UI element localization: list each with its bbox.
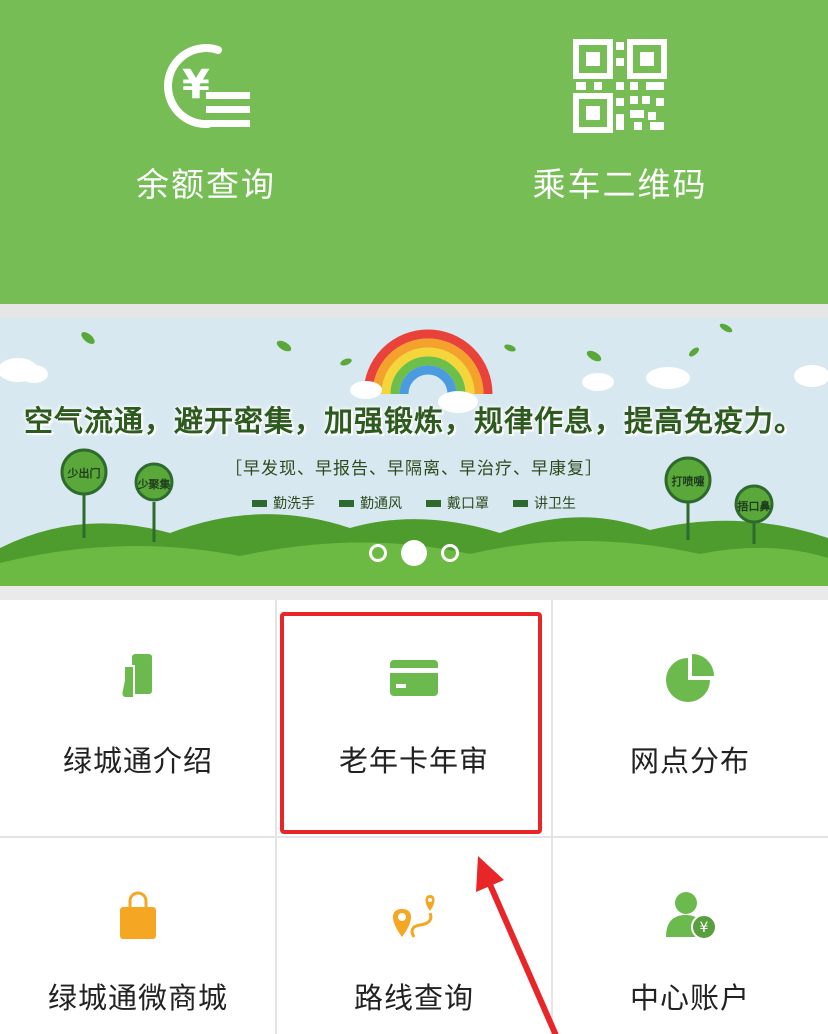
balance-query-button[interactable]: ¥ 余额查询	[56, 36, 356, 226]
banner-tips: 勤洗手 勤通风 戴口罩 讲卫生	[0, 493, 828, 513]
grid-item-senior-card-review[interactable]: 老年卡年审	[276, 600, 552, 837]
svg-text:¥: ¥	[700, 920, 709, 936]
banner-title: 空气流通，避开密集，加强锻炼，规律作息，提高免疫力。	[23, 404, 804, 438]
shopping-bag-icon	[120, 891, 156, 939]
carousel-dot-active[interactable]	[401, 540, 427, 566]
ride-qr-code-label: 乘车二维码	[532, 165, 708, 204]
section-divider	[0, 304, 828, 318]
carousel-dot[interactable]	[369, 544, 387, 562]
route-pin-icon	[393, 895, 435, 938]
svg-text:¥: ¥	[182, 62, 210, 108]
credit-card-icon	[390, 660, 438, 696]
grid-item-center-account[interactable]: ¥ 中心账户	[552, 837, 828, 1034]
banner-subtitle: ［早发现、早报告、早隔离、早治疗、早康复］	[225, 459, 603, 479]
promo-banner[interactable]: 少出门 少聚集 打喷嚏 捂口鼻 空气流通，避开密集，加强锻炼，规律作息，提高免疫…	[0, 318, 828, 586]
banner-tip: 勤洗手	[252, 493, 315, 513]
grid-item-outlets[interactable]: 网点分布	[552, 600, 828, 837]
section-divider	[0, 586, 828, 600]
grid-divider	[275, 600, 277, 1034]
banner-tip: 讲卫生	[513, 493, 576, 513]
service-grid: 绿城通介绍 老年卡年审 网点分布 绿城通微商城 路线查询 ¥ 中心账户	[0, 600, 828, 1034]
yuan-balance-icon: ¥	[164, 44, 250, 129]
grid-item-label: 绿城通介绍	[62, 744, 213, 778]
grid-divider	[0, 836, 828, 838]
banner-tip: 勤通风	[339, 493, 402, 513]
carousel-dot[interactable]	[441, 544, 459, 562]
grid-item-label: 中心账户	[629, 981, 750, 1015]
card-hand-icon	[120, 654, 152, 699]
rainbow-icon	[363, 329, 493, 395]
grid-item-mall[interactable]: 绿城通微商城	[0, 837, 276, 1034]
grid-item-label: 绿城通微商城	[47, 981, 228, 1015]
banner-tip: 戴口罩	[426, 493, 489, 513]
grid-divider	[551, 600, 553, 1034]
qr-code-icon	[573, 39, 667, 133]
header-panel: ¥ 余额查询 乘车二维码	[0, 0, 828, 304]
user-yuan-icon: ¥	[666, 892, 717, 940]
balance-query-label: 余额查询	[136, 165, 276, 204]
carousel-indicator[interactable]	[0, 540, 828, 566]
grid-item-label: 网点分布	[629, 744, 750, 778]
grid-item-route-query[interactable]: 路线查询	[276, 837, 552, 1034]
grid-item-intro[interactable]: 绿城通介绍	[0, 600, 276, 837]
app-page: ¥ 余额查询 乘车二维码 少出门 少聚集 打喷嚏 捂口鼻 空气流通，避开密集，加…	[0, 0, 828, 1034]
pie-chart-icon	[666, 654, 714, 702]
ride-qr-code-button[interactable]: 乘车二维码	[470, 36, 770, 226]
grid-item-label: 老年卡年审	[338, 744, 489, 778]
grid-item-label: 路线查询	[353, 981, 474, 1015]
